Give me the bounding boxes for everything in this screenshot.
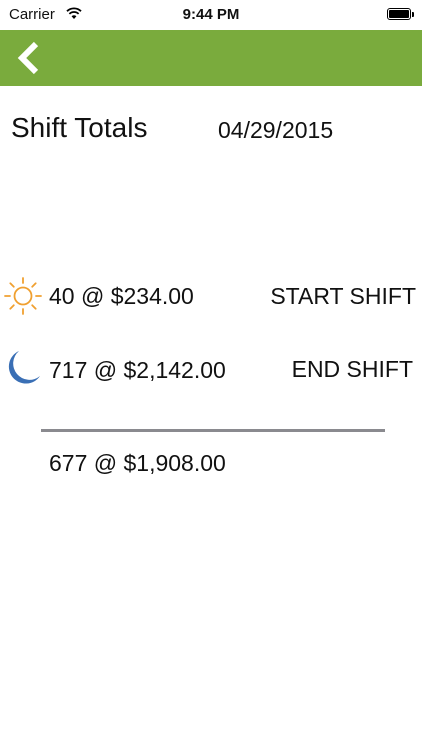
sun-icon xyxy=(4,277,42,315)
total-divider xyxy=(41,429,385,432)
shift-date: 04/29/2015 xyxy=(218,117,334,143)
start-shift-button[interactable]: START SHIFT xyxy=(270,283,416,310)
end-shift-value: 717 @ $2,142.00 xyxy=(49,357,226,383)
status-bar: Carrier 9:44 PM xyxy=(0,0,422,30)
page-title: Shift Totals xyxy=(11,112,148,143)
moon-icon xyxy=(8,351,40,384)
start-shift-value: 40 @ $234.00 xyxy=(49,283,194,309)
status-time: 9:44 PM xyxy=(182,6,240,23)
navigation-bar xyxy=(0,30,422,86)
chevron-left-icon[interactable] xyxy=(14,40,44,76)
shift-total-value: 677 @ $1,908.00 xyxy=(49,450,226,476)
end-shift-button[interactable]: END SHIFT xyxy=(292,356,413,383)
battery-icon xyxy=(387,8,415,21)
